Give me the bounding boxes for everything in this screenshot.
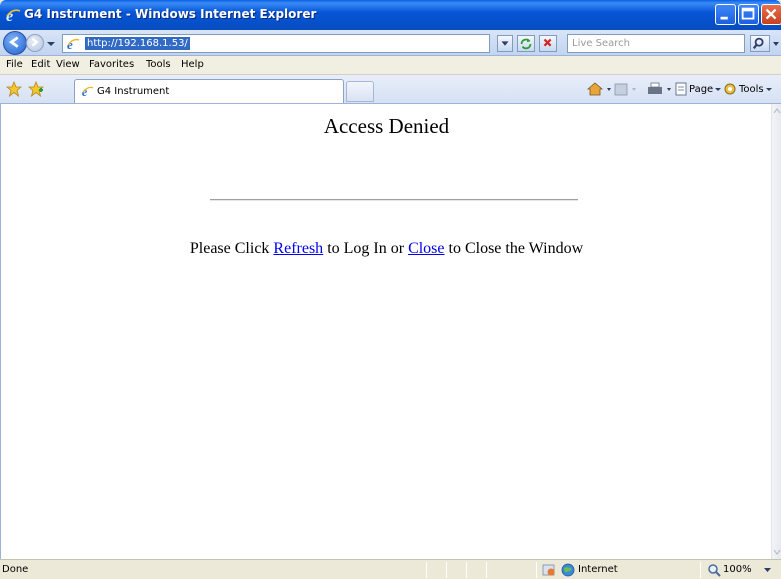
menu-bar: File Edit View Favorites Tools Help	[0, 56, 781, 75]
access-message: Please Click Refresh to Log In or Close …	[1, 240, 772, 258]
page-content: Access Denied Please Click Refresh to Lo…	[0, 104, 771, 559]
forward-button[interactable]	[26, 34, 44, 52]
back-button[interactable]	[3, 31, 27, 55]
status-divider	[700, 562, 701, 578]
vertical-scrollbar[interactable]	[771, 104, 781, 559]
maximize-button[interactable]	[738, 4, 759, 25]
search-icon	[752, 37, 764, 50]
chevron-down-icon[interactable]	[764, 568, 771, 573]
minimize-icon	[720, 16, 728, 20]
status-bar: Done Internet 100%	[0, 559, 781, 579]
menu-favorites[interactable]: Favorites	[89, 59, 134, 70]
scroll-down-icon[interactable]	[773, 547, 781, 557]
page-icon[interactable]	[673, 81, 689, 97]
refresh-button[interactable]	[517, 35, 535, 52]
address-url[interactable]: http://192.168.1.53/	[85, 37, 190, 50]
close-icon	[765, 8, 777, 20]
protected-mode-icon[interactable]	[542, 563, 556, 577]
search-options-dropdown[interactable]	[772, 35, 781, 52]
zoom-icon	[708, 564, 721, 577]
status-text: Done	[2, 564, 29, 575]
message-middle: to Log In or	[323, 240, 409, 257]
menu-file[interactable]: File	[6, 59, 23, 70]
menu-view[interactable]: View	[56, 59, 80, 70]
status-divider	[536, 562, 537, 578]
feeds-icon[interactable]	[613, 81, 639, 97]
message-prefix: Please Click	[189, 240, 274, 257]
scroll-up-icon[interactable]	[773, 106, 781, 116]
tab-label: G4 Instrument	[97, 86, 170, 97]
security-zone[interactable]: Internet	[578, 564, 618, 575]
search-input[interactable]: Live Search	[567, 34, 745, 53]
maximize-icon	[741, 7, 755, 20]
menu-tools[interactable]: Tools	[146, 59, 171, 70]
stop-button[interactable]	[539, 35, 557, 52]
minimize-button[interactable]	[715, 4, 736, 25]
zoom-level[interactable]: 100%	[723, 564, 752, 575]
ie-icon: e	[6, 8, 21, 23]
globe-icon	[561, 563, 575, 577]
page-menu-button[interactable]: Page	[689, 84, 713, 95]
address-input[interactable]: e http://192.168.1.53/	[62, 34, 490, 53]
title-bar: e G4 Instrument - Windows Internet Explo…	[0, 0, 781, 30]
status-divider	[446, 562, 447, 578]
close-link[interactable]: Close	[408, 240, 444, 257]
horizontal-rule	[210, 199, 578, 201]
gear-icon[interactable]	[722, 81, 738, 97]
search-button[interactable]	[750, 35, 770, 52]
home-icon[interactable]	[586, 81, 612, 97]
tools-menu-button[interactable]: Tools	[739, 84, 764, 95]
status-divider	[486, 562, 487, 578]
favorites-star-icon[interactable]	[6, 81, 22, 97]
menu-help[interactable]: Help	[181, 59, 204, 70]
recent-pages-dropdown[interactable]	[47, 40, 55, 48]
page-ie-icon: e	[67, 37, 80, 51]
status-divider	[426, 562, 427, 578]
svg-text:e: e	[67, 37, 73, 51]
close-window-button[interactable]	[761, 4, 781, 25]
search-placeholder: Live Search	[572, 38, 630, 49]
add-favorites-icon[interactable]	[28, 81, 44, 97]
menu-edit[interactable]: Edit	[31, 59, 50, 70]
stop-icon	[543, 38, 552, 47]
print-icon[interactable]	[645, 81, 675, 97]
page-ie-icon: e	[82, 85, 94, 98]
refresh-link[interactable]: Refresh	[273, 240, 323, 257]
chevron-down-icon	[501, 41, 509, 46]
forward-arrow-icon	[31, 37, 39, 47]
new-tab-button[interactable]	[346, 81, 374, 102]
tab-bar: e G4 Instrument Page Tools	[0, 75, 781, 104]
address-toolbar: e http://192.168.1.53/ Live Search	[0, 30, 781, 56]
back-arrow-icon	[8, 36, 19, 48]
message-suffix: to Close the Window	[444, 240, 584, 257]
chevron-down-icon	[766, 88, 772, 91]
tab-g4-instrument[interactable]: e G4 Instrument	[74, 79, 344, 103]
page-heading: Access Denied	[323, 114, 450, 138]
window-title: G4 Instrument - Windows Internet Explore…	[24, 7, 317, 21]
address-dropdown-button[interactable]	[497, 35, 513, 52]
status-divider	[466, 562, 467, 578]
refresh-icon	[520, 38, 532, 50]
